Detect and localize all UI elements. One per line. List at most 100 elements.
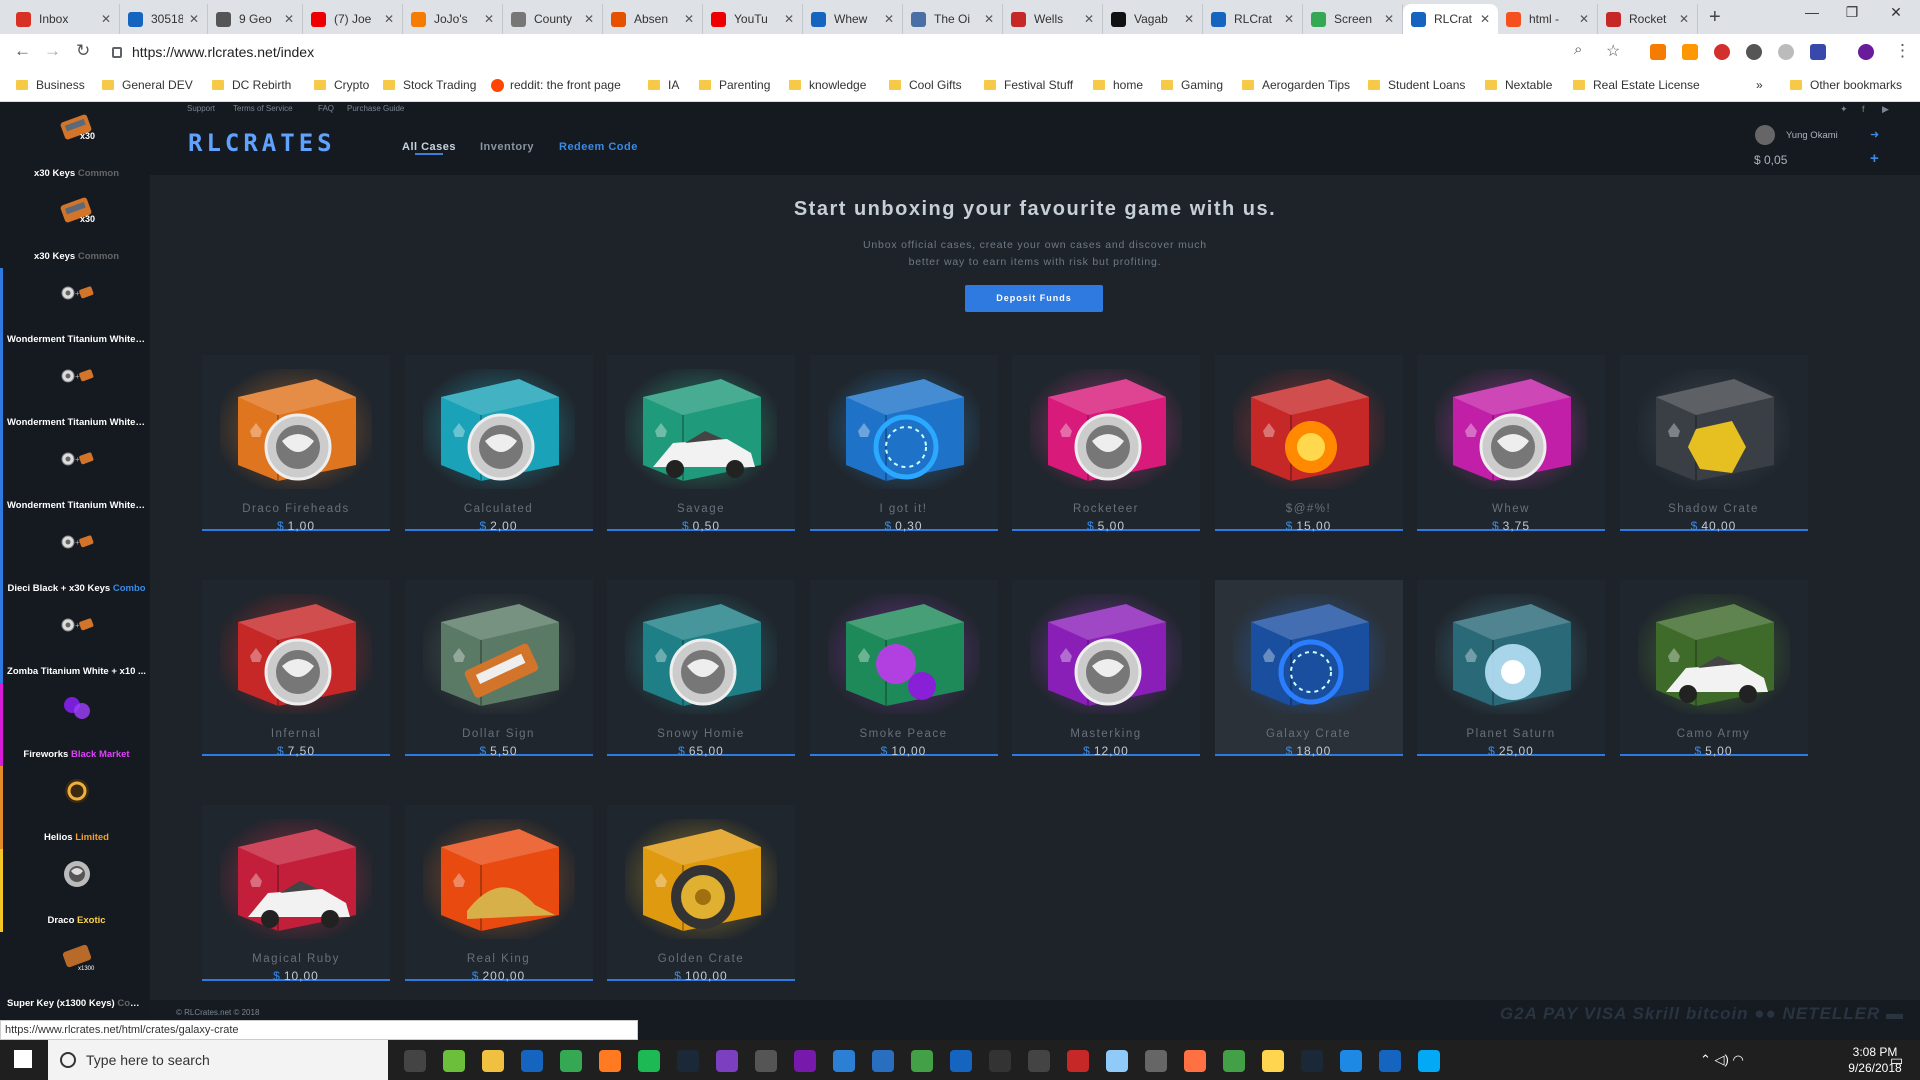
crate-card[interactable]: Shadow Crate $40,00 <box>1619 355 1808 533</box>
live-drop-item[interactable]: + Zomba Titanium White + x10 ... <box>0 600 150 683</box>
nav-redeem-code[interactable]: Redeem Code <box>559 141 638 153</box>
crate-card[interactable]: I got it! $0,30 <box>809 355 998 533</box>
terms-link[interactable]: Terms of Service <box>233 104 293 113</box>
crate-card[interactable]: Golden Crate $100,00 <box>607 805 795 983</box>
purchase-guide-link[interactable]: Purchase Guide <box>347 104 404 113</box>
taskbar-search[interactable]: Type here to search <box>48 1040 388 1080</box>
crate-card[interactable]: $@#%! $15,00 <box>1214 355 1403 533</box>
live-drop-item[interactable]: x1300 Super Key (x1300 Keys) Com... <box>0 932 150 1015</box>
close-tab-icon[interactable]: ✕ <box>1284 12 1294 26</box>
browser-tab[interactable]: YouTu ✕ <box>703 4 803 34</box>
crate-card[interactable]: Calculated $2,00 <box>404 355 593 533</box>
live-drop-item[interactable]: x30 x30 Keys Common <box>0 185 150 268</box>
crate-card[interactable]: Whew $3,75 <box>1417 355 1605 533</box>
taskbar-app-icon[interactable] <box>833 1050 855 1072</box>
live-drop-item[interactable]: + Dieci Black + x30 Keys Combo <box>0 517 150 600</box>
browser-tab[interactable]: JoJo's ✕ <box>403 4 503 34</box>
browser-tab[interactable]: (7) Joe ✕ <box>303 4 403 34</box>
taskbar-app-icon[interactable] <box>638 1050 660 1072</box>
profile-avatar[interactable] <box>1858 44 1874 60</box>
browser-tab[interactable]: RLCrat ✕ <box>1403 4 1498 34</box>
twitter-icon[interactable]: ✦ <box>1840 104 1848 115</box>
bookmark-item[interactable]: Nextable <box>1485 78 1552 92</box>
live-drop-item[interactable]: Helios Limited <box>0 766 150 849</box>
facebook-icon[interactable]: f <box>1862 104 1865 114</box>
browser-tab[interactable]: Inbox ✕ <box>8 4 120 34</box>
browser-tab[interactable]: Wells ✕ <box>1003 4 1103 34</box>
taskbar-app-icon[interactable] <box>521 1050 543 1072</box>
browser-tab[interactable]: html - ✕ <box>1498 4 1598 34</box>
bookmark-item[interactable]: home <box>1093 78 1143 92</box>
taskbar-app-icon[interactable] <box>1301 1050 1323 1072</box>
taskbar-app-icon[interactable] <box>404 1050 426 1072</box>
browser-tab[interactable]: The Oi ✕ <box>903 4 1003 34</box>
nav-inventory[interactable]: Inventory <box>480 141 534 153</box>
taskbar-app-icon[interactable] <box>1379 1050 1401 1072</box>
bookmark-item[interactable]: Real Estate License <box>1573 78 1700 92</box>
live-drop-item[interactable]: + Wonderment Titanium White +... <box>0 434 150 517</box>
bookmark-item[interactable]: Business <box>16 78 85 92</box>
browser-tab[interactable]: RLCrat ✕ <box>1203 4 1303 34</box>
browser-tab[interactable]: Screen ✕ <box>1303 4 1403 34</box>
bookmark-item[interactable]: Cool Gifts <box>889 78 962 92</box>
add-funds-icon[interactable]: + <box>1870 150 1879 167</box>
crate-card[interactable]: Camo Army $5,00 <box>1619 580 1808 758</box>
minimize-button[interactable]: — <box>1792 4 1832 20</box>
bookmark-item[interactable]: reddit: the front page <box>491 78 621 92</box>
crate-card[interactable]: Rocketeer $5,00 <box>1012 355 1200 533</box>
system-tray-icons[interactable]: ⌃ ◁) ◠ <box>1700 1052 1744 1068</box>
taskbar-app-icon[interactable] <box>794 1050 816 1072</box>
extension-icon[interactable] <box>1810 44 1826 60</box>
close-tab-icon[interactable]: ✕ <box>1480 12 1490 26</box>
support-link[interactable]: Support <box>187 104 215 113</box>
bookmark-item[interactable]: Crypto <box>314 78 369 92</box>
extension-icon[interactable] <box>1714 44 1730 60</box>
taskbar-app-icon[interactable] <box>1028 1050 1050 1072</box>
nav-all-cases[interactable]: All Cases <box>402 141 456 153</box>
taskbar-app-icon[interactable] <box>989 1050 1011 1072</box>
close-tab-icon[interactable]: ✕ <box>984 12 994 26</box>
restore-button[interactable]: ❐ <box>1832 4 1872 21</box>
taskbar-app-icon[interactable] <box>560 1050 582 1072</box>
bookmark-item[interactable]: Stock Trading <box>383 78 476 92</box>
crate-card[interactable]: Draco Fireheads $1,00 <box>202 355 390 533</box>
crate-card[interactable]: Magical Ruby $10,00 <box>202 805 390 983</box>
bookmark-item[interactable]: Student Loans <box>1368 78 1465 92</box>
extension-icon[interactable] <box>1746 44 1762 60</box>
bookmark-item[interactable]: Gaming <box>1161 78 1223 92</box>
arrow-icon[interactable]: ➜ <box>1870 128 1879 141</box>
bookmark-item[interactable]: IA <box>648 78 679 92</box>
close-tab-icon[interactable]: ✕ <box>784 12 794 26</box>
taskbar-app-icon[interactable] <box>1340 1050 1362 1072</box>
windows-start-icon[interactable] <box>14 1050 32 1068</box>
taskbar-app-icon[interactable] <box>1418 1050 1440 1072</box>
new-tab-button[interactable]: + <box>1709 6 1721 29</box>
deposit-funds-button[interactable]: Deposit Funds <box>965 285 1103 312</box>
browser-tab[interactable]: Vagab ✕ <box>1103 4 1203 34</box>
crate-card[interactable]: Smoke Peace $10,00 <box>809 580 998 758</box>
close-tab-icon[interactable]: ✕ <box>1084 12 1094 26</box>
back-icon[interactable]: ← <box>14 41 31 61</box>
crate-card[interactable]: Masterking $12,00 <box>1012 580 1200 758</box>
faq-link[interactable]: FAQ <box>318 104 334 113</box>
crate-card[interactable]: Snowy Homie $65,00 <box>607 580 795 758</box>
bookmark-item[interactable]: knowledge <box>789 78 866 92</box>
crate-card[interactable]: Galaxy Crate $18,00 <box>1214 580 1403 758</box>
taskbar-app-icon[interactable] <box>1067 1050 1089 1072</box>
taskbar-app-icon[interactable] <box>1223 1050 1245 1072</box>
close-tab-icon[interactable]: ✕ <box>189 12 199 26</box>
taskbar-app-icon[interactable] <box>677 1050 699 1072</box>
taskbar-app-icon[interactable] <box>1106 1050 1128 1072</box>
browser-tab[interactable]: Whew ✕ <box>803 4 903 34</box>
taskbar-app-icon[interactable] <box>1145 1050 1167 1072</box>
reload-icon[interactable]: ↻ <box>76 41 90 61</box>
browser-tab[interactable]: Rocket ✕ <box>1598 4 1698 34</box>
close-window-button[interactable]: ✕ <box>1876 4 1916 21</box>
taskbar-app-icon[interactable] <box>716 1050 738 1072</box>
crate-card[interactable]: Planet Saturn $25,00 <box>1417 580 1605 758</box>
close-tab-icon[interactable]: ✕ <box>284 12 294 26</box>
taskbar-app-icon[interactable] <box>872 1050 894 1072</box>
address-bar[interactable]: https://www.rlcrates.net/index <box>112 38 1612 66</box>
site-logo[interactable]: RLCRATES <box>188 129 336 157</box>
bookmark-star-icon[interactable]: ☆ <box>1606 41 1620 61</box>
